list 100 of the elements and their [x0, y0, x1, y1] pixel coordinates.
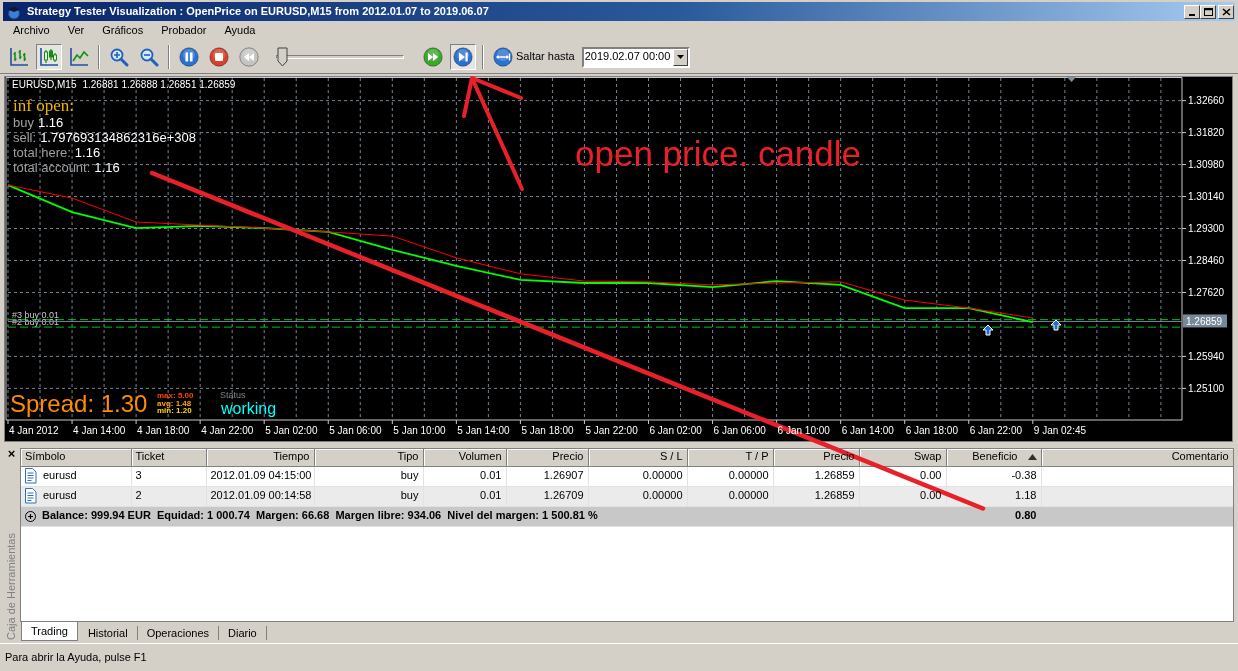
- table-cell: 2012.01.09 04:15:00: [206, 466, 314, 486]
- column-header[interactable]: Beneficio: [946, 449, 1041, 466]
- column-header[interactable]: Símbolo: [21, 449, 131, 466]
- column-header[interactable]: Tiempo: [206, 449, 314, 466]
- time-axis-label: 4 Jan 18:00: [137, 425, 190, 436]
- info-label: buy: [13, 115, 34, 130]
- tab[interactable]: Diario: [219, 626, 267, 640]
- tab[interactable]: Trading: [21, 622, 78, 641]
- bar-chart-icon: [9, 47, 29, 67]
- pause-icon: [179, 47, 199, 67]
- price-axis-label: 1.25100: [1188, 382, 1225, 394]
- maximize-button[interactable]: [1200, 4, 1216, 19]
- time-axis-label: 4 Jan 22:00: [201, 425, 254, 436]
- spread-stat: max: 5.00: [157, 392, 194, 400]
- symbol-text: eurusd: [43, 489, 77, 503]
- menu-item[interactable]: Ayuda: [215, 23, 265, 38]
- chart-quotes: 1.26881 1.26888 1.26851 1.26859: [82, 79, 236, 91]
- info-title: inf open:: [13, 96, 75, 115]
- close-icon: [1221, 7, 1231, 16]
- slider-thumb[interactable]: [277, 47, 288, 67]
- document-icon: [25, 468, 37, 484]
- menu-item[interactable]: Ver: [58, 23, 94, 38]
- price-axis-label: 1.32660: [1188, 95, 1225, 107]
- status-value: working: [221, 400, 277, 418]
- spread-stat: avg: 1.48: [157, 399, 193, 408]
- jump-button[interactable]: Saltar hasta: [490, 44, 578, 70]
- status-text: Para abrir la Ayuda, pulse F1: [5, 650, 147, 665]
- close-button[interactable]: [1218, 4, 1234, 19]
- table-cell: 0.00000: [687, 466, 773, 486]
- window-title: Strategy Tester Visualization : OpenPrice on EURUSD,M15 from 2012.01.07 to 2019.06.07: [27, 4, 489, 19]
- price-axis-label: 1.31820: [1188, 127, 1225, 139]
- jump-icon: [493, 47, 513, 67]
- time-axis-label: 5 Jan 06:00: [329, 425, 382, 436]
- date-time-dropdown[interactable]: 2019.02.07 00:00: [581, 46, 690, 68]
- step-button[interactable]: [450, 44, 476, 70]
- menu-item[interactable]: Gráficos: [93, 23, 153, 38]
- time-axis-label: 4 Jan 14:00: [73, 425, 126, 436]
- time-axis-label: 5 Jan 14:00: [457, 425, 510, 436]
- column-header[interactable]: S / L: [588, 449, 687, 466]
- table-cell: buy: [314, 466, 423, 486]
- table-cell: -0.38: [946, 466, 1041, 486]
- info-label: sell:: [13, 130, 37, 145]
- fast-forward-button[interactable]: [420, 44, 446, 70]
- price-axis-label: 1.29300: [1188, 223, 1225, 234]
- table-cell: 0.01: [423, 466, 506, 486]
- panel-title: Caja de Herramientas: [4, 533, 18, 640]
- spread-text: Spread: 1.30: [10, 390, 148, 418]
- annotation-text: open price. candle: [575, 136, 862, 171]
- column-header[interactable]: Precio: [506, 449, 588, 466]
- column-header[interactable]: Ticket: [131, 449, 206, 466]
- time-axis-label: 6 Jan 22:00: [969, 425, 1022, 436]
- maximize-icon: [1203, 7, 1213, 16]
- price-axis-label: 1.30980: [1188, 159, 1225, 171]
- dropdown-button[interactable]: [672, 48, 688, 66]
- info-label: total account:: [13, 160, 91, 175]
- time-axis-label: 6 Jan 06:00: [713, 425, 766, 436]
- symbol-text: eurusd: [43, 469, 77, 483]
- up-arrow-icon: [982, 324, 994, 336]
- candlestick-button[interactable]: [36, 44, 62, 70]
- minimize-button[interactable]: [1184, 4, 1200, 19]
- stop-icon: [209, 47, 229, 67]
- step-icon: [453, 47, 473, 67]
- time-axis-label: 5 Jan 02:00: [265, 425, 318, 436]
- column-header[interactable]: Swap: [859, 449, 946, 466]
- rewind-icon: [239, 47, 259, 67]
- table-cell: 1.26859: [773, 466, 859, 486]
- time-axis-label: 5 Jan 22:00: [585, 425, 638, 436]
- pause-button[interactable]: [176, 44, 202, 70]
- sort-arrow-icon: [1027, 454, 1037, 461]
- stop-button[interactable]: [206, 44, 232, 70]
- expand-icon: [25, 510, 36, 522]
- order-label: #3 buy 0.01: [12, 309, 60, 320]
- chart-symbol: EURUSD,M15: [12, 79, 77, 91]
- column-header[interactable]: Tipo: [314, 449, 423, 466]
- price-axis-label: 1.25940: [1188, 350, 1225, 362]
- line-chart-icon: [69, 47, 89, 67]
- column-header[interactable]: Comentario: [1041, 449, 1233, 466]
- info-value: 1.16: [94, 160, 120, 175]
- price-axis-label: 1.30140: [1188, 191, 1225, 203]
- column-header[interactable]: T / P: [687, 449, 773, 466]
- table-cell: 1.26907: [506, 466, 588, 486]
- zoom-out-icon: [139, 47, 159, 67]
- info-value: 1.16: [74, 145, 101, 160]
- menu-item[interactable]: Archivo: [4, 23, 59, 38]
- time-axis-label: 6 Jan 02:00: [649, 425, 702, 436]
- time-axis-label: 6 Jan 18:00: [905, 425, 958, 436]
- caret-icon: [676, 55, 684, 59]
- menu-item[interactable]: Probador: [152, 23, 216, 38]
- column-header[interactable]: Volumen: [423, 449, 506, 466]
- table-cell: 0.00000: [588, 466, 687, 486]
- tab[interactable]: Operaciones: [137, 626, 219, 640]
- time-axis-label: 6 Jan 14:00: [841, 425, 894, 436]
- tab[interactable]: Historial: [78, 626, 138, 640]
- zoom-in-icon: [109, 47, 129, 67]
- candlestick-icon: [39, 47, 59, 67]
- time-axis-label: 5 Jan 18:00: [521, 425, 574, 436]
- spread-stat: min: 1.20: [157, 407, 193, 416]
- close-button[interactable]: ×: [7, 448, 16, 460]
- price-axis-label: 1.28460: [1188, 255, 1225, 266]
- column-header[interactable]: Precio: [773, 449, 859, 466]
